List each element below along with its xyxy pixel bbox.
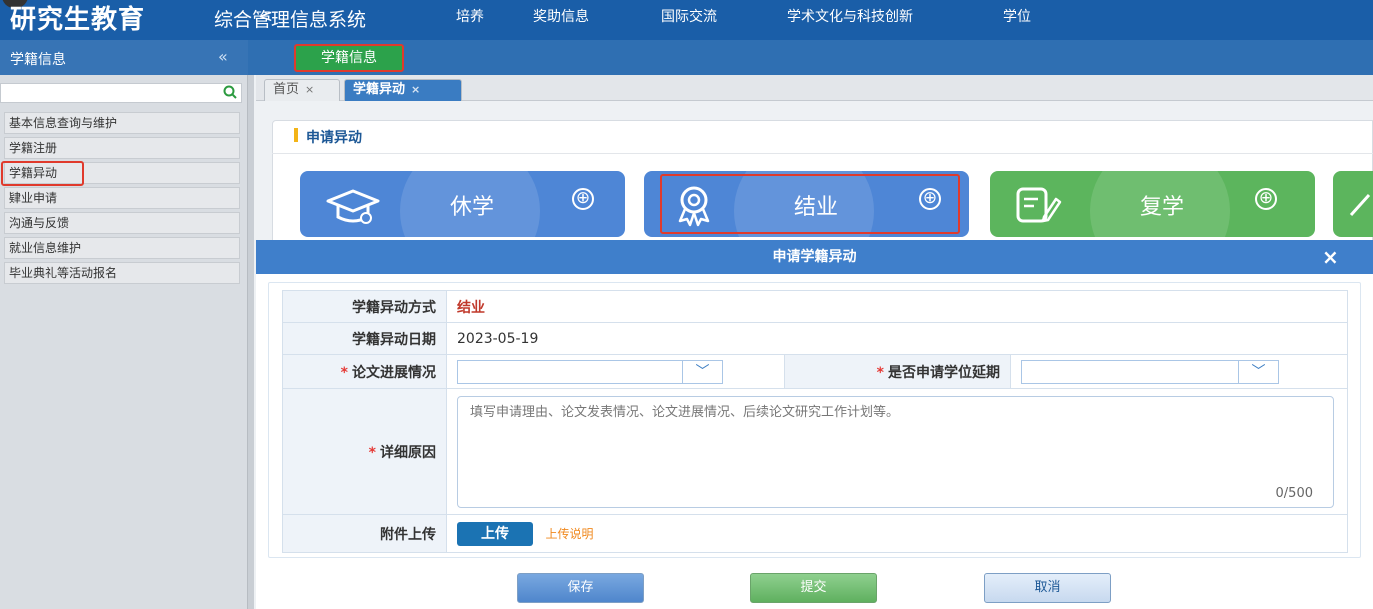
chevron-down-icon[interactable]: ﹀: [682, 360, 722, 383]
change-type-label: 学籍异动方式: [282, 290, 447, 323]
change-date-value: 2023-05-19: [446, 322, 1348, 355]
close-icon[interactable]: ×: [305, 83, 314, 96]
save-button[interactable]: 保存: [517, 573, 644, 603]
sidebar-item-ceremony[interactable]: 毕业典礼等活动报名: [4, 262, 240, 284]
system-name: 综合管理信息系统: [214, 9, 367, 31]
document-edit-icon: [1016, 187, 1062, 223]
card-more[interactable]: [1333, 171, 1373, 237]
reason-placeholder: 填写申请理由、论文发表情况、论文进展情况、后续论文研究工作计划等。: [470, 404, 900, 420]
nav-item-student-status[interactable]: 学籍信息: [294, 44, 404, 72]
nav-item-international[interactable]: 国际交流: [661, 8, 717, 26]
card-label: 复学: [1140, 195, 1185, 220]
title-accent: [294, 128, 298, 142]
nav-item-label: 学籍信息: [321, 50, 377, 66]
nav-back-icon[interactable]: <: [258, 6, 273, 27]
pencil-icon: [1349, 193, 1371, 217]
tab-label: 学籍异动: [353, 82, 406, 97]
sidebar-item-registration[interactable]: 学籍注册: [4, 137, 240, 159]
change-date-label: 学籍异动日期: [282, 322, 447, 355]
degree-deferral-select[interactable]: ﹀: [1021, 359, 1279, 384]
char-counter: 0/500: [1275, 485, 1313, 501]
upload-button[interactable]: 上传: [457, 521, 533, 546]
sidebar-item-feedback[interactable]: 沟通与反馈: [4, 212, 240, 234]
card-label: 休学: [450, 195, 495, 220]
search-icon[interactable]: [222, 84, 238, 100]
thesis-progress-label: * 论文进展情况: [282, 354, 447, 389]
sidebar-header: 学籍信息 «: [0, 40, 248, 75]
highlight-box: [1, 161, 84, 186]
sidebar-splitter[interactable]: [248, 75, 254, 609]
nav-item-awards[interactable]: 奖助信息: [533, 8, 589, 26]
tab-home[interactable]: 首页 ×: [264, 79, 340, 101]
change-type-value: 结业: [446, 290, 1348, 323]
highlight-box: [660, 174, 960, 234]
application-form: 学籍异动方式 结业 学籍异动日期 2023-05-19 * 论文进展情况 ﹀ * 是…: [282, 290, 1348, 553]
nav-item-degree[interactable]: 学位: [1003, 8, 1031, 26]
tab-status-change[interactable]: 学籍异动 ×: [344, 79, 462, 101]
attachment-label: 附件上传: [282, 514, 447, 553]
dialog-title: 申请学籍异动: [772, 249, 857, 265]
collapse-icon[interactable]: «: [218, 47, 228, 66]
sidebar-search-input[interactable]: [0, 83, 242, 103]
close-icon[interactable]: ×: [411, 83, 420, 96]
sidebar-item-employment[interactable]: 就业信息维护: [4, 237, 240, 259]
submit-button[interactable]: 提交: [750, 573, 877, 603]
add-icon[interactable]: ⊕: [1255, 188, 1277, 210]
cancel-button[interactable]: 取消: [984, 573, 1111, 603]
logo-text: 研究生教育: [10, 5, 146, 35]
card-resumption[interactable]: 复学 ⊕: [990, 171, 1315, 237]
divider: [272, 153, 1373, 154]
sidebar-item-incomplete[interactable]: 肄业申请: [4, 187, 240, 209]
tab-label: 首页: [273, 82, 300, 97]
nav-item-training[interactable]: 培养: [456, 8, 484, 26]
upload-help-link[interactable]: 上传说明: [545, 527, 593, 541]
sidebar-title: 学籍信息: [10, 52, 66, 68]
detail-reason-textarea[interactable]: 填写申请理由、论文发表情况、论文进展情况、后续论文研究工作计划等。 0/500: [457, 395, 1334, 508]
panel-title: 申请异动: [306, 130, 362, 146]
card-suspension[interactable]: 休学 ⊕: [300, 171, 625, 237]
detail-reason-label: * 详细原因: [282, 388, 447, 515]
close-icon[interactable]: ×: [1322, 245, 1339, 269]
add-icon[interactable]: ⊕: [572, 188, 594, 210]
nav-item-academic-culture[interactable]: 学术文化与科技创新: [787, 8, 913, 26]
chevron-down-icon[interactable]: ﹀: [1238, 360, 1278, 383]
graduation-cap-icon: [326, 189, 380, 224]
sidebar-item-basic-info[interactable]: 基本信息查询与维护: [4, 112, 240, 134]
degree-deferral-label: * 是否申请学位延期: [784, 354, 1011, 389]
thesis-progress-select[interactable]: ﹀: [457, 359, 723, 384]
